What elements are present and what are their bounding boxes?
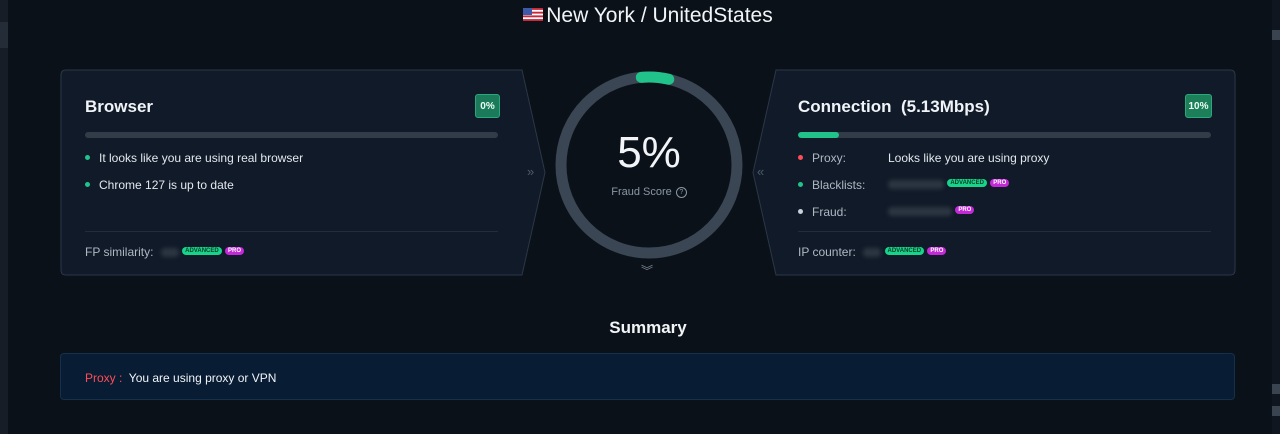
ip-counter-label: IP counter:	[798, 245, 856, 259]
fraud-score-label: Fraud Score	[611, 186, 672, 198]
status-dot	[85, 155, 90, 160]
blacklists-value-row: ADVANCED PRO	[888, 177, 1010, 191]
browser-divider	[85, 231, 498, 232]
ip-counter-row: IP counter: ADVANCED PRO	[798, 245, 947, 259]
advanced-tag[interactable]: ADVANCED	[884, 247, 925, 255]
proxy-label: Proxy:	[812, 151, 847, 165]
chevrons-right-icon: »	[527, 164, 535, 179]
question-circle-icon[interactable]: ?	[675, 187, 687, 198]
status-dot	[85, 182, 90, 187]
browser-progress-bar	[85, 132, 498, 138]
summary-box: Proxy : You are using proxy or VPN	[60, 353, 1235, 400]
connection-title-row: Connection (5.13Mbps)	[798, 97, 990, 117]
left-panel-edge	[0, 0, 8, 434]
browser-item-text: Chrome 127 is up to date	[99, 178, 234, 192]
location-text: New York / UnitedStates	[546, 4, 773, 27]
summary-label: Proxy :	[85, 371, 123, 385]
fraud-score-value: 5%	[617, 128, 681, 177]
ip-counter-value-blurred	[863, 248, 882, 257]
blacklists-label: Blacklists:	[812, 178, 866, 192]
pro-tag[interactable]: PRO	[225, 247, 245, 255]
fraud-label: Fraud:	[812, 205, 847, 219]
us-flag-icon	[523, 8, 544, 21]
pro-tag[interactable]: PRO	[990, 179, 1010, 187]
pro-tag[interactable]: PRO	[955, 206, 975, 214]
summary-text: You are using proxy or VPN	[128, 371, 277, 385]
connection-progress-bar	[798, 132, 1211, 138]
right-scrollbar[interactable]	[1272, 0, 1280, 434]
connection-title: Connection	[798, 97, 892, 116]
location-header: New York / UnitedStates	[0, 4, 1280, 28]
browser-item-text: It looks like you are using real browser	[99, 151, 304, 165]
connection-progress-fill	[798, 132, 840, 138]
connection-speed: (5.13Mbps)	[900, 97, 990, 116]
chevrons-down-icon[interactable]: ︾	[641, 262, 653, 279]
blacklists-row: Blacklists:	[798, 178, 865, 192]
pro-tag[interactable]: PRO	[927, 247, 947, 255]
browser-card: Browser 0% It looks like you are using r…	[60, 69, 546, 276]
browser-item-version: Chrome 127 is up to date	[85, 178, 234, 192]
connection-divider	[798, 231, 1211, 232]
fp-similarity-row: FP similarity: ADVANCED PRO	[85, 245, 245, 259]
proxy-row: Proxy:	[798, 151, 846, 165]
fraud-row: Fraud:	[798, 205, 847, 219]
advanced-tag[interactable]: ADVANCED	[182, 247, 222, 255]
blacklists-value-blurred	[888, 180, 944, 189]
fp-similarity-label: FP similarity:	[85, 245, 154, 259]
connection-score-badge: 10%	[1185, 94, 1212, 118]
browser-score-badge: 0%	[475, 94, 500, 118]
connection-card: Connection (5.13Mbps) 10% Proxy: Looks l…	[752, 69, 1236, 276]
fraud-value-blurred	[888, 207, 952, 216]
status-dot-danger	[798, 155, 803, 160]
summary-title: Summary	[609, 318, 687, 337]
status-dot	[798, 182, 803, 187]
proxy-value: Looks like you are using proxy	[888, 151, 1050, 165]
summary-row: Proxy : You are using proxy or VPN	[85, 371, 276, 385]
browser-title: Browser	[85, 97, 154, 116]
fraud-value-row: PRO	[888, 204, 975, 218]
status-dot-neutral	[798, 209, 803, 214]
advanced-tag[interactable]: ADVANCED	[947, 179, 987, 187]
fraud-score-label-row: Fraud Score?	[554, 186, 744, 198]
chevrons-left-icon: «	[757, 164, 765, 179]
fp-similarity-value-blurred	[160, 248, 179, 257]
browser-item-real: It looks like you are using real browser	[85, 151, 303, 165]
